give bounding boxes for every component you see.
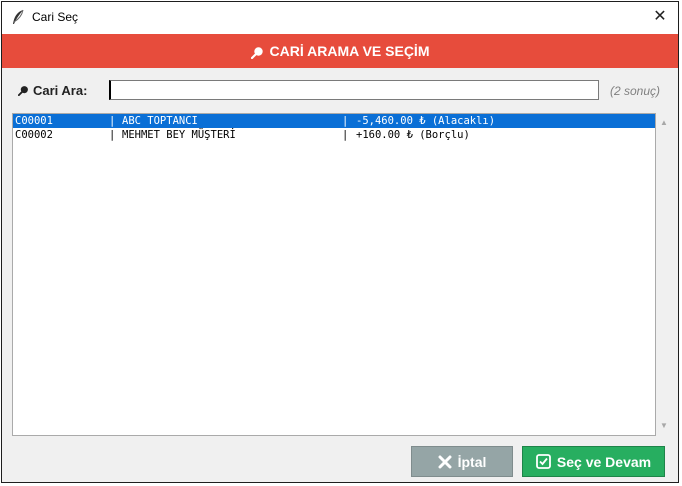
vertical-scrollbar[interactable]: ▲ ▼: [656, 113, 672, 436]
cancel-button-label: İptal: [457, 453, 487, 470]
checkbox-icon: [536, 454, 551, 469]
close-button[interactable]: ✕: [648, 6, 672, 28]
search-label: Cari Ara:: [33, 83, 88, 98]
cari-name: ABC TOPTANCI: [122, 115, 198, 127]
dialog-window: Cari Seç ✕ CARİ ARAMA VE SEÇİM Cari Ara:…: [1, 1, 679, 483]
search-input[interactable]: [109, 80, 599, 100]
feather-icon: [13, 9, 24, 24]
column-separator: |: [342, 115, 349, 127]
cari-name: MEHMET BEY MÜŞTERİ: [122, 129, 236, 141]
cari-balance: +160.00 ₺ (Borçlu): [356, 129, 470, 141]
results-list[interactable]: C00001 | ABC TOPTANCI | -5,460.00 ₺ (Ala…: [12, 113, 656, 436]
header-title: CARİ ARAMA VE SEÇİM: [269, 43, 430, 59]
scroll-up-arrow-icon[interactable]: ▲: [656, 116, 672, 130]
scroll-down-arrow-icon[interactable]: ▼: [656, 419, 672, 433]
select-continue-button[interactable]: Seç ve Devam: [522, 446, 665, 477]
search-label-group: Cari Ara:: [18, 83, 87, 98]
window-title: Cari Seç: [32, 10, 79, 24]
ok-button-label: Seç ve Devam: [556, 453, 652, 470]
list-item[interactable]: C00001 | ABC TOPTANCI | -5,460.00 ₺ (Ala…: [13, 114, 655, 128]
column-separator: |: [109, 115, 116, 127]
search-icon: [250, 47, 263, 59]
column-separator: |: [109, 129, 116, 141]
cari-balance: -5,460.00 ₺ (Alacaklı): [356, 115, 496, 127]
search-icon: [18, 86, 28, 96]
button-bar: İptal Seç ve Devam: [2, 436, 678, 482]
cari-code: C00002: [15, 129, 53, 141]
header-banner: CARİ ARAMA VE SEÇİM: [2, 34, 678, 68]
title-bar: Cari Seç ✕: [2, 2, 678, 34]
search-row: Cari Ara: (2 sonuç): [2, 68, 678, 112]
list-item[interactable]: C00002 | MEHMET BEY MÜŞTERİ | +160.00 ₺ …: [13, 128, 655, 142]
x-icon: [438, 455, 452, 468]
cari-code: C00001: [15, 115, 53, 127]
column-separator: |: [342, 129, 349, 141]
cancel-button[interactable]: İptal: [411, 446, 513, 477]
result-count: (2 sonuç): [610, 84, 661, 98]
